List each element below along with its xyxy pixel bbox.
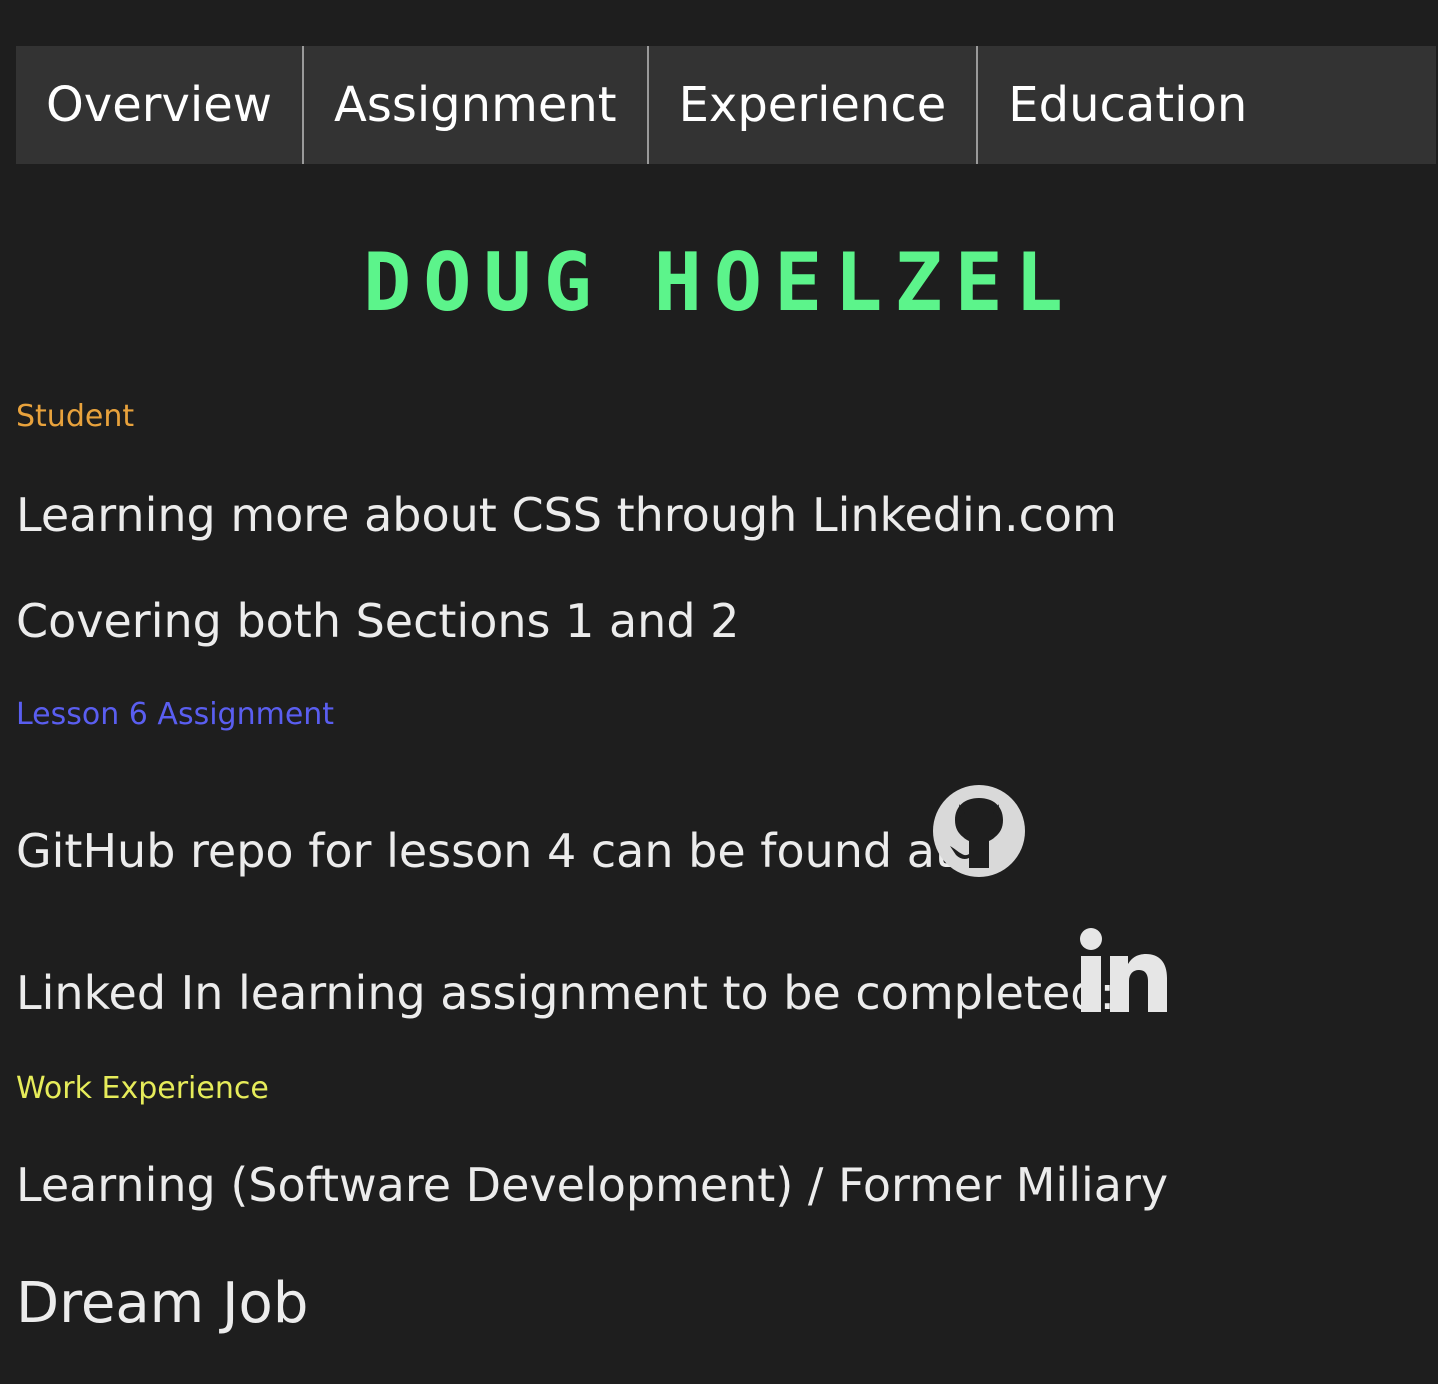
nav-item-assignment[interactable]: Assignment: [304, 46, 649, 164]
linkedin-icon-graphic: [1080, 928, 1167, 1012]
nav-item-education[interactable]: Education: [978, 46, 1277, 164]
student-label: Student: [16, 399, 135, 434]
page-title: DOUG HOELZEL: [0, 236, 1438, 329]
linkedin-line: Linked In learning assignment to be comp…: [16, 966, 1115, 1020]
page: Overview Assignment Experience Education…: [0, 0, 1438, 1384]
linkedin-icon[interactable]: [1080, 928, 1168, 1014]
student-line-2: Covering both Sections 1 and 2: [16, 594, 740, 648]
title-last-name: HOELZEL: [653, 236, 1075, 329]
work-experience-label: Work Experience: [16, 1071, 269, 1106]
github-icon-graphic: [933, 785, 1025, 877]
assignment-label: Lesson 6 Assignment: [16, 697, 335, 732]
github-line: GitHub repo for lesson 4 can be found at…: [16, 824, 969, 878]
student-line-1: Learning more about CSS through Linkedin…: [16, 488, 1117, 542]
nav-item-experience[interactable]: Experience: [649, 46, 979, 164]
title-first-name: DOUG: [363, 236, 604, 329]
work-line-1: Learning (Software Development) / Former…: [16, 1158, 1169, 1212]
nav-item-overview[interactable]: Overview: [16, 46, 304, 164]
github-icon[interactable]: [932, 784, 1026, 878]
top-nav: Overview Assignment Experience Education: [16, 46, 1436, 164]
dream-job-heading: Dream Job: [16, 1271, 309, 1336]
